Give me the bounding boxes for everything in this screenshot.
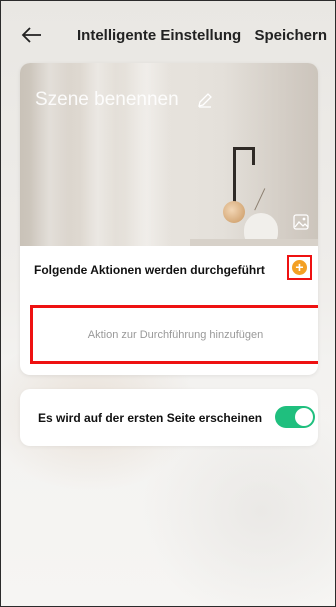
scene-name-field[interactable]: Szene benennen	[35, 89, 179, 111]
first-page-setting-card: Es wird auf der ersten Seite erscheinen	[20, 389, 318, 446]
table-decoration	[190, 239, 318, 246]
plus-circle-icon: +	[292, 260, 307, 275]
pencil-icon[interactable]	[196, 91, 214, 109]
toggle-knob	[295, 408, 313, 426]
image-icon[interactable]	[292, 213, 310, 231]
lamp-decoration	[233, 147, 236, 207]
add-action-area[interactable]: Aktion zur Durchführung hinzufügen	[30, 305, 318, 364]
app-screen: Intelligente Einstellung Speichern Szene…	[0, 0, 336, 607]
scene-card: Szene benennen Folgende Aktionen werden …	[20, 63, 318, 375]
top-bar: Intelligente Einstellung Speichern	[1, 19, 335, 51]
scene-cover-image[interactable]: Szene benennen	[20, 63, 318, 246]
lamp-decoration	[252, 147, 255, 165]
add-action-button[interactable]: +	[287, 255, 312, 280]
lamp-bulb-decoration	[223, 201, 245, 223]
add-action-label: Aktion zur Durchführung hinzufügen	[87, 328, 264, 341]
back-arrow-icon[interactable]	[21, 25, 43, 45]
page-title: Intelligente Einstellung	[77, 27, 242, 44]
first-page-toggle[interactable]	[275, 406, 315, 428]
actions-section-title: Folgende Aktionen werden durchgeführt	[34, 263, 265, 277]
save-button[interactable]: Speichern	[254, 27, 327, 44]
first-page-label: Es wird auf der ersten Seite erscheinen	[38, 411, 263, 425]
